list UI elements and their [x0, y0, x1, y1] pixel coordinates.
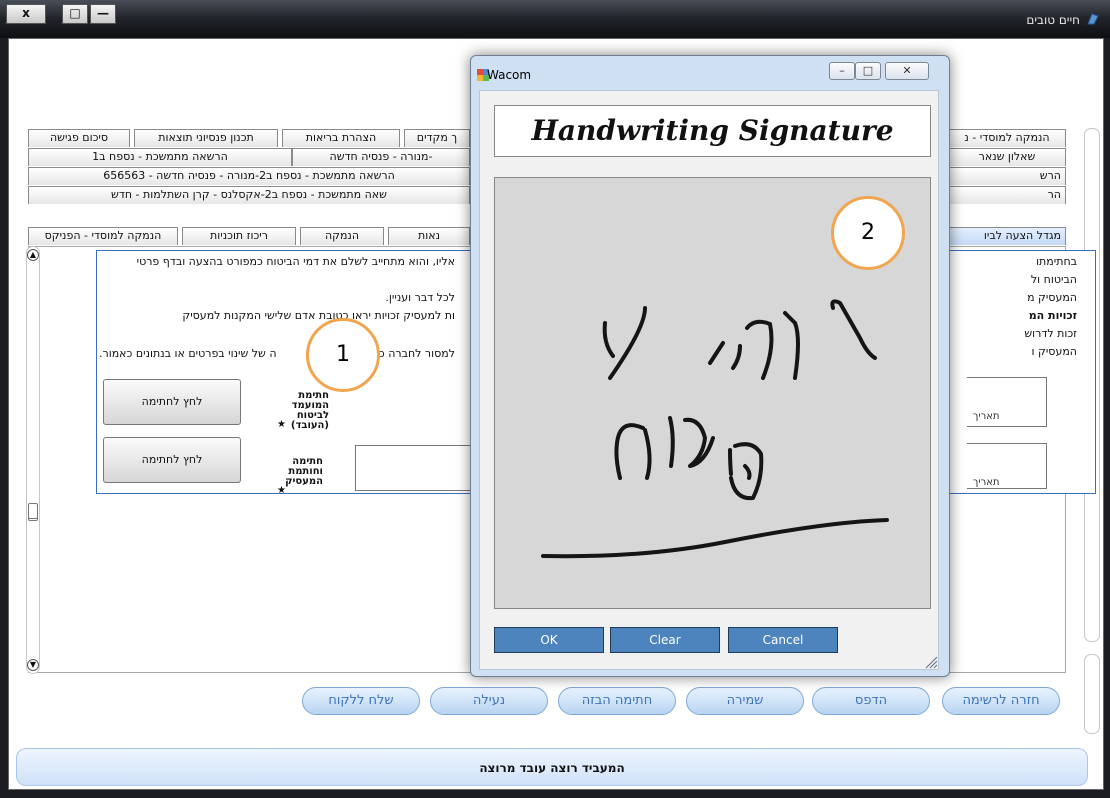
form-right-5: זכות לדרוש — [1024, 327, 1077, 340]
tab-menora-pension[interactable]: -מנורה - פנסיה חדשה — [292, 148, 470, 166]
maximize-button[interactable]: □ — [62, 4, 88, 24]
right-scrollbar-2[interactable] — [1084, 654, 1100, 734]
handwriting-banner: Handwriting Signature — [494, 105, 931, 157]
employer-sig-label: חתימה וחותמת המעסיק — [285, 456, 323, 487]
required-star-icon: ★ — [277, 485, 286, 496]
lock-button[interactable]: נעילה — [430, 687, 548, 715]
sign-button[interactable]: חתימה הבזה — [558, 687, 676, 715]
close-button[interactable]: x — [6, 4, 46, 24]
ok-button[interactable]: OK — [494, 627, 604, 653]
form-line-5: ה של שינוי בפרטים או בנתונים כאמור. — [99, 347, 277, 360]
form-line-1: אליו, והוא מתחייב לשלם את דמי הביטוח כמפ… — [136, 255, 455, 268]
dialog-title: Wacom — [487, 68, 532, 82]
title-bar: x □ — חיים טובים — [0, 0, 1110, 38]
tab-reasoning[interactable]: הנמקה — [300, 227, 384, 245]
tab-phoenix-reasoning[interactable]: הנמקה למוסדי - הפניקס — [28, 227, 178, 245]
window-title: חיים טובים — [1026, 13, 1080, 27]
date-label-2: תאריך — [973, 477, 1000, 488]
clear-button[interactable]: Clear — [610, 627, 720, 653]
status-bar: המעביד רוצה עובד מרוצה — [16, 748, 1088, 786]
tab-standing-order-b2-excellence[interactable]: שאה מתמשכת - נספח ב2-אקסלנס - קרן השתלמו… — [28, 186, 470, 204]
tab-health-declaration[interactable]: הצהרת בריאות — [282, 129, 400, 147]
employer-sig-box[interactable] — [355, 445, 473, 491]
wacom-dialog: Wacom – □ ✕ Handwriting Signature OK Cle… — [470, 55, 950, 677]
tab-migdal-proposal[interactable]: מגדל הצעה לביו — [948, 227, 1066, 245]
form-right-2: הביטוח ול — [1030, 273, 1077, 286]
tab-institutional-reasoning[interactable]: הנמקה למוסדי - נ — [948, 129, 1066, 147]
form-right-6: המעסיק ו — [1031, 345, 1077, 358]
dialog-maximize-button[interactable]: □ — [855, 62, 881, 80]
send-to-client-button[interactable]: שלח ללקוח — [302, 687, 420, 715]
employer-sign-button[interactable]: לחץ לחתימה — [103, 437, 241, 483]
app-icon — [1087, 13, 1099, 25]
form-line-2: לכל דבר ועניין. — [385, 291, 455, 304]
cancel-button[interactable]: Cancel — [728, 627, 838, 653]
tab-standing-order-partial[interactable]: הרש — [948, 167, 1066, 185]
tab-standing-order-b1[interactable]: הרשאה מתמשכת - נספח ב1 — [28, 148, 292, 166]
form-right-3: המעסיק מ — [1027, 291, 1077, 304]
insured-sign-button[interactable]: לחץ לחתימה — [103, 379, 241, 425]
minimize-button[interactable]: — — [90, 4, 116, 24]
tab-pension-planning[interactable]: תכנון פנסיוני תוצאות — [134, 129, 278, 147]
scroll-up-icon[interactable]: ▲ — [27, 249, 39, 261]
tab-appropriateness[interactable]: נאות — [388, 227, 470, 245]
callout-2: 2 — [831, 196, 905, 270]
side-checkbox[interactable] — [28, 503, 38, 519]
content-scrollbar[interactable]: ▲ ▼ — [26, 246, 40, 674]
resize-grip-icon[interactable] — [924, 655, 938, 669]
form-line-3: ות למעסיק זכויות יראו כטובת אדם שלישי המ… — [182, 309, 455, 322]
callout-1: 1 — [306, 318, 380, 392]
print-button[interactable]: הדפס — [812, 687, 930, 715]
dialog-body: Handwriting Signature OK Clear Cancel — [479, 90, 939, 670]
required-star-icon: ★ — [277, 419, 286, 430]
back-to-list-button[interactable]: חזרה לרשימה — [942, 687, 1060, 715]
tab-standing-order-partial-2[interactable]: הר — [948, 186, 1066, 204]
scroll-down-icon[interactable]: ▼ — [27, 659, 39, 671]
date-label-1: תאריך — [973, 411, 1000, 422]
tab-meeting-summary[interactable]: סיכום פגישה — [28, 129, 130, 147]
save-button[interactable]: שמירה — [686, 687, 804, 715]
form-right-1: בחתימתו — [1036, 255, 1077, 268]
tab-questionnaire[interactable]: שאלון שנאר — [948, 148, 1066, 166]
form-right-4: זכויות המ — [1028, 309, 1077, 322]
tab-plans-summary[interactable]: ריכוז תוכניות — [182, 227, 296, 245]
tab-standing-order-b2-menora[interactable]: הרשאה מתמשכת - נספח ב2-מנורה - פנסיה חדש… — [28, 167, 470, 185]
dialog-minimize-button[interactable]: – — [829, 62, 855, 80]
tab-preliminary[interactable]: ך מקדים — [404, 129, 470, 147]
dialog-close-button[interactable]: ✕ — [885, 62, 929, 80]
